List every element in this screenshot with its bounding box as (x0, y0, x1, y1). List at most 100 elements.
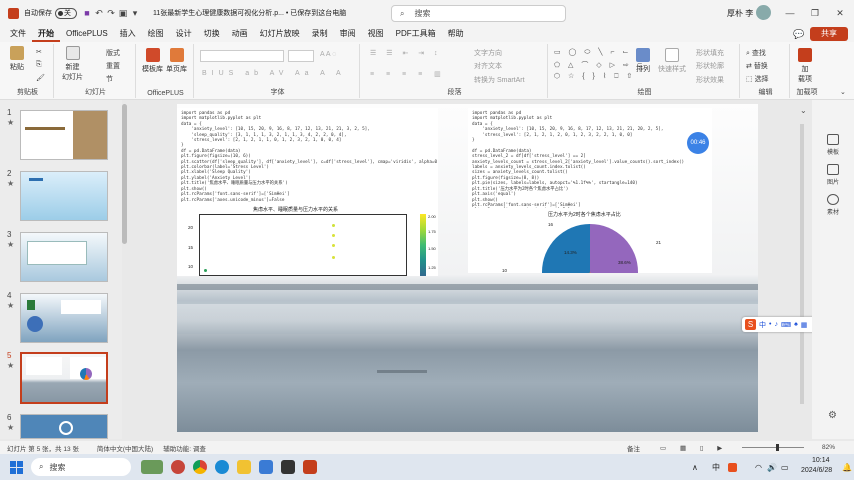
taskbar-search[interactable]: ⌕ 搜索 (31, 458, 131, 476)
shape-effects-button[interactable]: 形状效果 (696, 75, 724, 85)
list-buttons[interactable]: ☰ ☰ ⇤ ⇥ ↕ (370, 49, 442, 57)
scatter-plot-image[interactable]: 焦虑水平、睡眠质量与压力水平的关系 20 15 10 2.00 1.75 1.5… (177, 204, 438, 276)
tab-record[interactable]: 录制 (306, 26, 334, 42)
shape-outline-button[interactable]: 形状轮廓 (696, 61, 724, 71)
accessibility-status[interactable]: 辅助功能: 调查 (163, 443, 206, 453)
avatar[interactable] (756, 5, 771, 20)
slide-thumbnail-3[interactable] (20, 232, 108, 282)
pane-collapse-icon[interactable]: ⌄ (800, 106, 807, 115)
comment-icon[interactable]: 💬 (793, 29, 804, 40)
ime-menu-icon[interactable]: ▦ (801, 321, 808, 329)
tab-draw[interactable]: 绘图 (142, 26, 170, 42)
cut-icon[interactable]: ✂ (36, 48, 42, 56)
settings-icon[interactable]: ⚙ (828, 410, 837, 421)
ribbon-expand-icon[interactable]: ⌄ (840, 88, 846, 96)
assets-panel-button[interactable]: 素材 (818, 194, 848, 216)
powerpoint-icon[interactable] (303, 460, 317, 474)
view-buttons[interactable]: ▭ ▦ ▯ ▶ (660, 444, 728, 452)
align-buttons[interactable]: ≡ ≡ ≡ ≡ ▥ (370, 70, 446, 78)
app-icon-2[interactable] (259, 460, 273, 474)
new-slide-button[interactable]: 新建 幻灯片 (62, 46, 83, 82)
replace-button[interactable]: ⇄ 替换 (746, 61, 768, 71)
shape-fill-button[interactable]: 形状填充 (696, 48, 724, 58)
search-box[interactable]: ⌕ 搜索 (391, 5, 566, 22)
tab-help[interactable]: 帮助 (442, 26, 470, 42)
language-status[interactable]: 简体中文(中国大陆) (97, 443, 153, 453)
picture-panel-button[interactable]: 图片 (818, 164, 848, 186)
windows-start-icon[interactable] (10, 460, 23, 474)
terminal-icon[interactable] (281, 460, 295, 474)
single-page-lib-button[interactable]: 单页库 (166, 48, 187, 74)
current-slide[interactable]: import pandas as pd import matplotlib.py… (177, 104, 758, 432)
zoom-slider[interactable] (742, 444, 804, 451)
zoom-slider-thumb[interactable] (776, 444, 779, 451)
share-button[interactable]: 共享 (810, 27, 848, 41)
customize-qat-icon[interactable]: ▾ (129, 7, 141, 19)
notes-button[interactable]: 备注 (627, 443, 640, 453)
ime-keyboard-icon[interactable]: ⌨ (781, 321, 791, 329)
slide-thumbnail-2[interactable] (20, 171, 108, 221)
tab-officeplus[interactable]: OfficePLUS (60, 26, 114, 42)
reset-button[interactable]: 重置 (106, 61, 120, 71)
code-block-pie[interactable]: import pandas as pd import matplotlib.py… (468, 108, 712, 208)
copy-icon[interactable]: ⎘ (36, 61, 42, 69)
font-size-dropdown[interactable] (288, 50, 314, 62)
battery-icon[interactable]: ▭ (781, 463, 789, 472)
font-name-dropdown[interactable] (200, 50, 284, 62)
tab-insert[interactable]: 插入 (114, 26, 142, 42)
tray-app-icon[interactable] (728, 462, 737, 472)
app-icon-1[interactable] (171, 460, 185, 474)
tab-home[interactable]: 开始 (32, 26, 60, 42)
edge-icon[interactable] (215, 460, 229, 474)
slide-thumbnail-6[interactable] (20, 414, 108, 439)
clock-date[interactable]: 2024/6/28 (801, 467, 832, 474)
notification-icon[interactable]: 🔔 (842, 463, 852, 472)
ime-skin-icon[interactable]: ♠ (794, 321, 798, 328)
clock-time[interactable]: 10:14 (812, 457, 830, 464)
file-explorer-icon[interactable] (237, 460, 251, 474)
align-text-button[interactable]: 对齐文本 (474, 61, 502, 71)
format-painter-icon[interactable]: 🖌 (36, 74, 45, 82)
restore-icon[interactable]: ❐ (809, 7, 821, 19)
addins-button[interactable]: 加 载项 (798, 48, 812, 84)
ime-voice-icon[interactable]: ♪ (774, 321, 778, 328)
timer-badge[interactable]: 00:46 (687, 132, 709, 154)
select-button[interactable]: ⬚ 选择 (746, 74, 769, 84)
ime-lang[interactable]: 中 (759, 320, 766, 330)
chrome-icon[interactable] (193, 460, 207, 474)
quick-styles-button[interactable]: 快速样式 (658, 48, 686, 74)
find-button[interactable]: ⌕ 查找 (746, 48, 766, 58)
volume-icon[interactable]: 🔊 (767, 463, 777, 472)
section-button[interactable]: 节 (106, 74, 113, 84)
close-icon[interactable]: ✕ (834, 7, 846, 19)
slide-thumbnail-5[interactable] (20, 352, 108, 404)
convert-smartart-button[interactable]: 转换为 SmartArt (474, 75, 525, 85)
tray-chevron-icon[interactable]: ∧ (692, 463, 698, 472)
user-name[interactable]: 厚朴 李 (727, 8, 753, 19)
tab-animations[interactable]: 动画 (226, 26, 254, 42)
vertical-scrollbar[interactable] (800, 124, 804, 404)
font-size-buttons[interactable]: A A ◌ (320, 51, 336, 58)
tab-file[interactable]: 文件 (4, 26, 32, 42)
arrange-button[interactable]: 排列 (636, 48, 650, 74)
code-block-scatter[interactable]: import pandas as pd import matplotlib.py… (177, 108, 438, 204)
tab-design[interactable]: 设计 (170, 26, 198, 42)
autosave-toggle[interactable] (55, 7, 77, 19)
tab-view[interactable]: 视图 (362, 26, 390, 42)
ime-punct[interactable]: • (769, 321, 771, 328)
tab-review[interactable]: 审阅 (334, 26, 362, 42)
layout-button[interactable]: 版式 (106, 48, 120, 58)
tab-slideshow[interactable]: 幻灯片放映 (254, 26, 306, 42)
wifi-icon[interactable]: ◠ (755, 463, 762, 472)
template-panel-button[interactable]: 模板 (818, 134, 848, 156)
tab-pdf-toolbox[interactable]: PDF工具箱 (390, 26, 442, 42)
font-style-buttons[interactable]: BIUS ab AV Aa A A (202, 70, 346, 77)
minimize-icon[interactable]: — (784, 7, 796, 19)
taskbar-lang[interactable]: 中 (712, 462, 720, 473)
zoom-level[interactable]: 82% (822, 444, 835, 451)
text-direction-button[interactable]: 文字方向 (474, 48, 502, 58)
pie-chart-image[interactable]: 压力水平为2时各个焦虑水平占比 16 21 10 14.3% 38.6% (468, 208, 712, 273)
widgets-icon[interactable] (141, 460, 163, 474)
redo-icon[interactable]: ↷ (105, 7, 117, 19)
paste-button[interactable]: 粘贴 (10, 46, 24, 72)
